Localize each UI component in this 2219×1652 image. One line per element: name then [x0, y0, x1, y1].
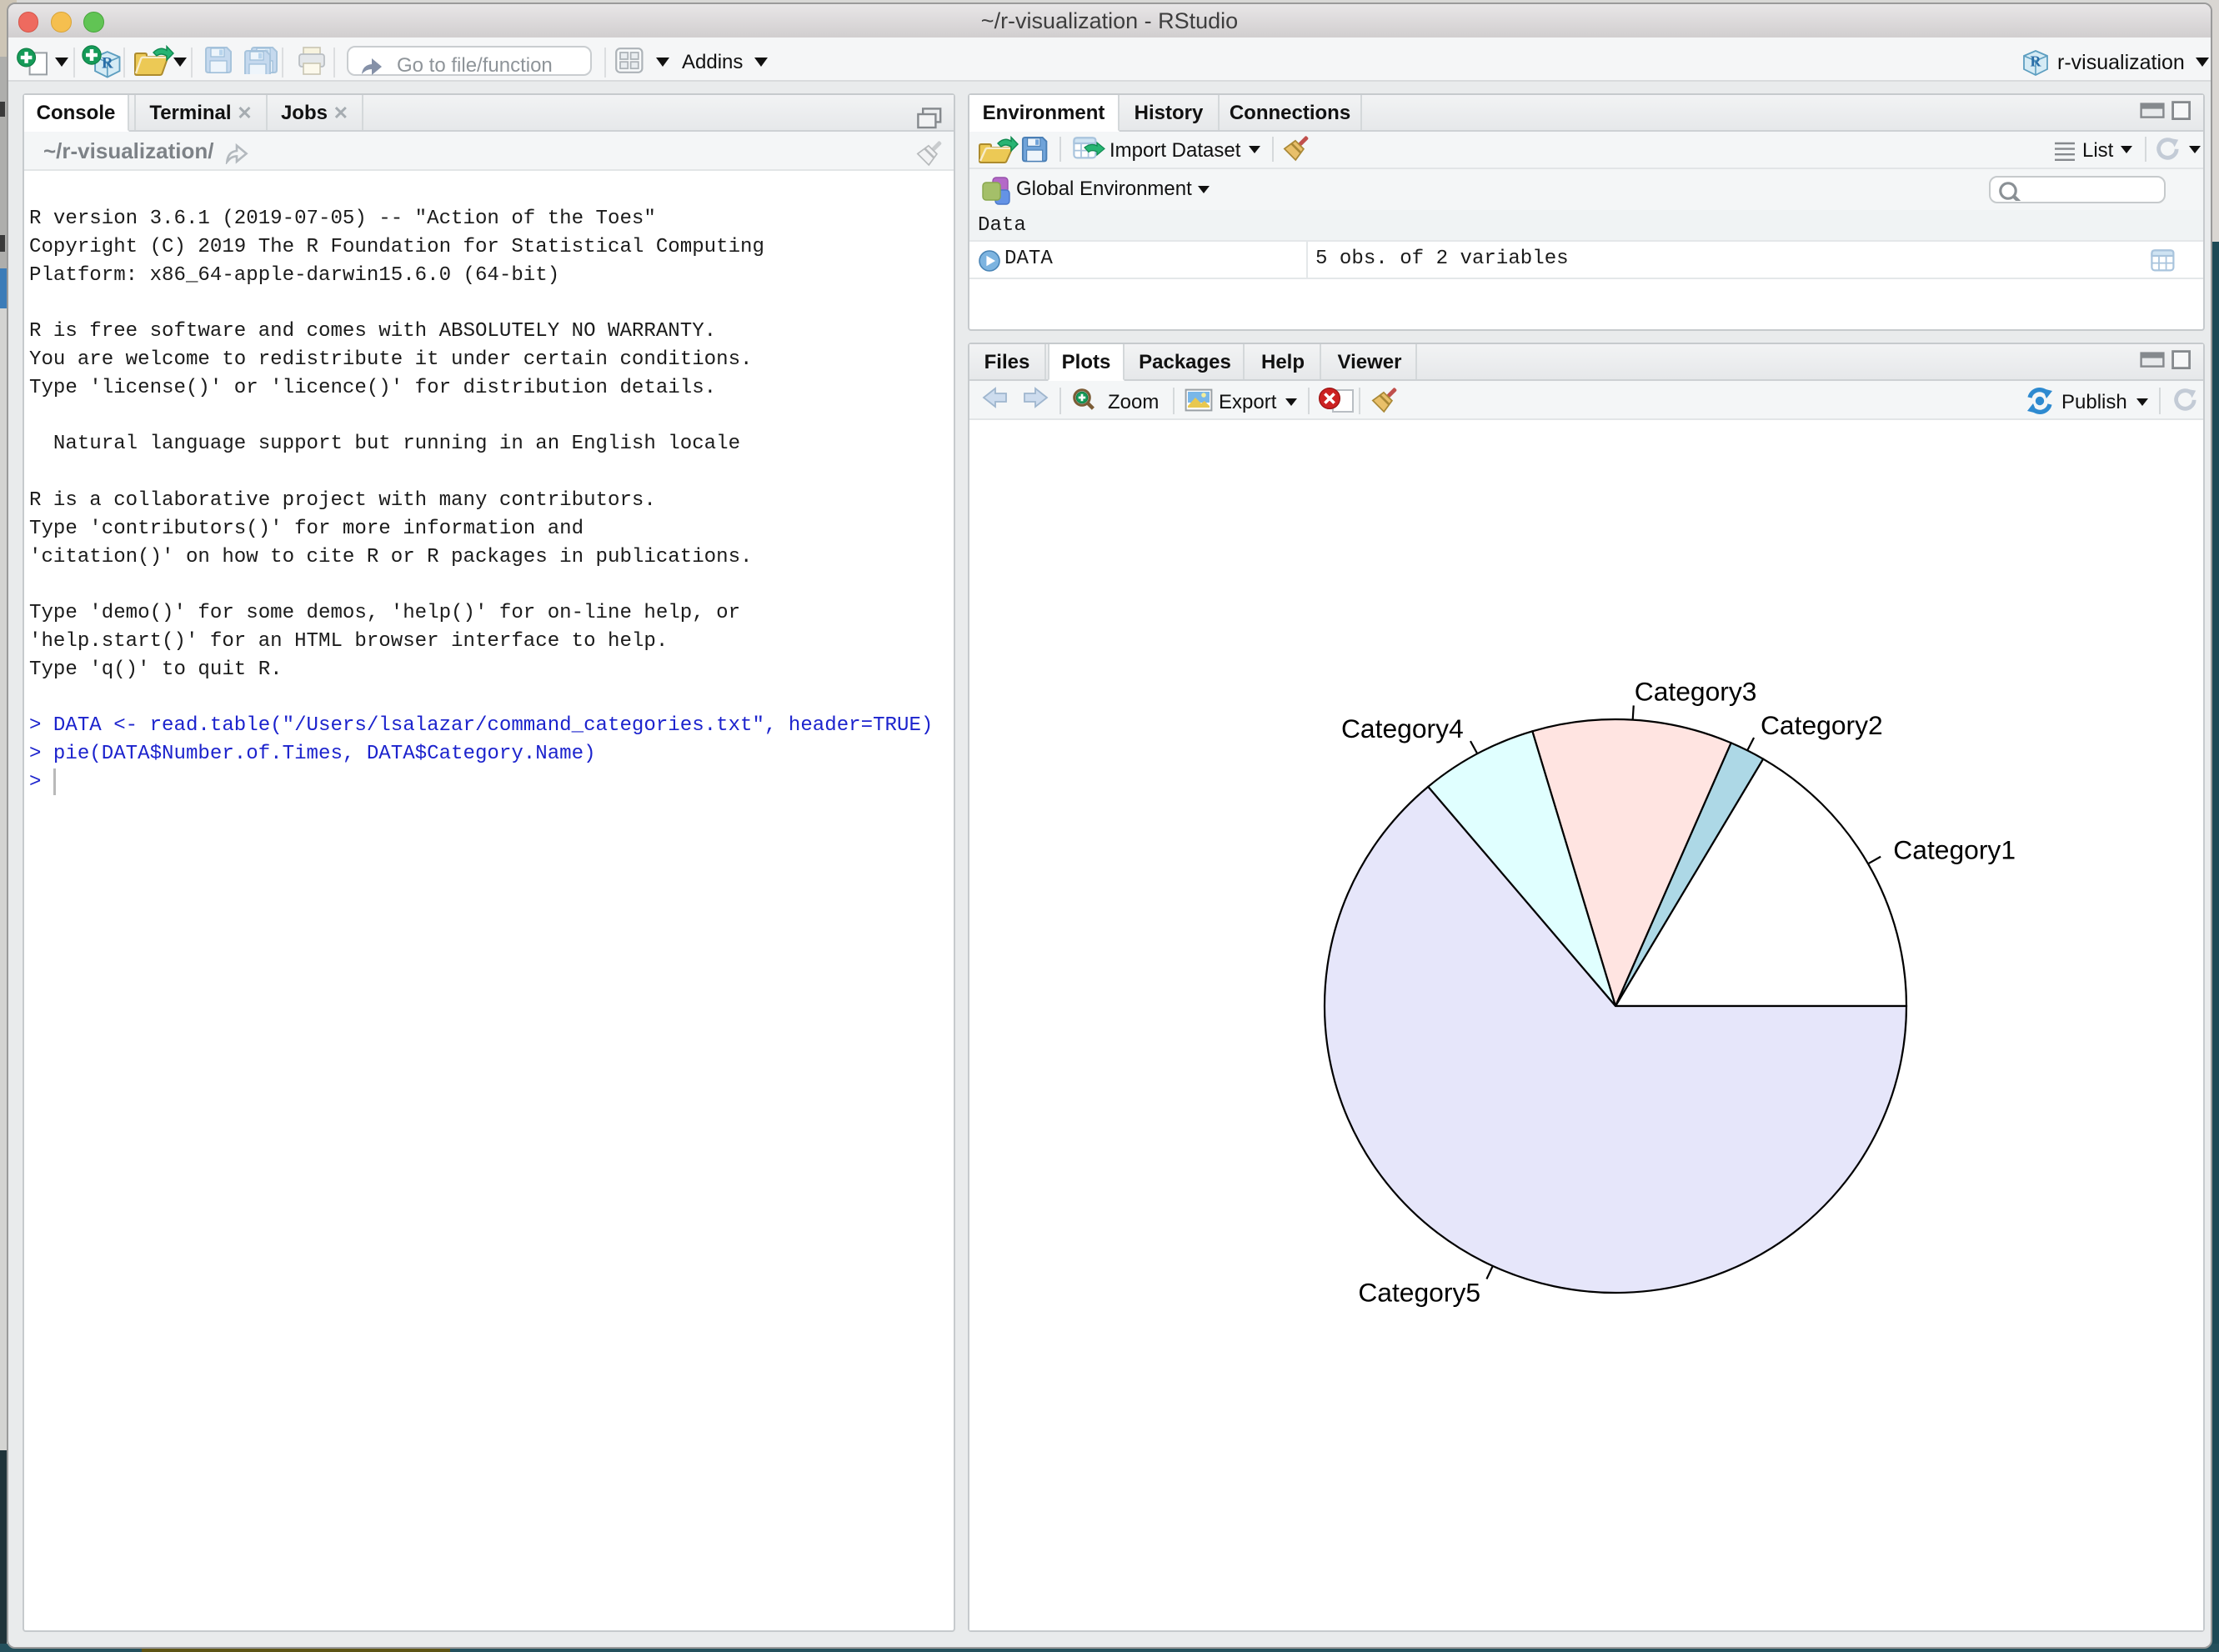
svg-text:R: R	[2031, 53, 2042, 69]
svg-text:Category3: Category3	[1635, 676, 1757, 706]
svg-text:Category2: Category2	[1761, 710, 1883, 740]
svg-text:Category5: Category5	[1358, 1277, 1480, 1307]
svg-text:Category1: Category1	[1893, 834, 2016, 864]
svg-text:Category4: Category4	[1341, 713, 1464, 743]
svg-text:R: R	[102, 54, 113, 72]
